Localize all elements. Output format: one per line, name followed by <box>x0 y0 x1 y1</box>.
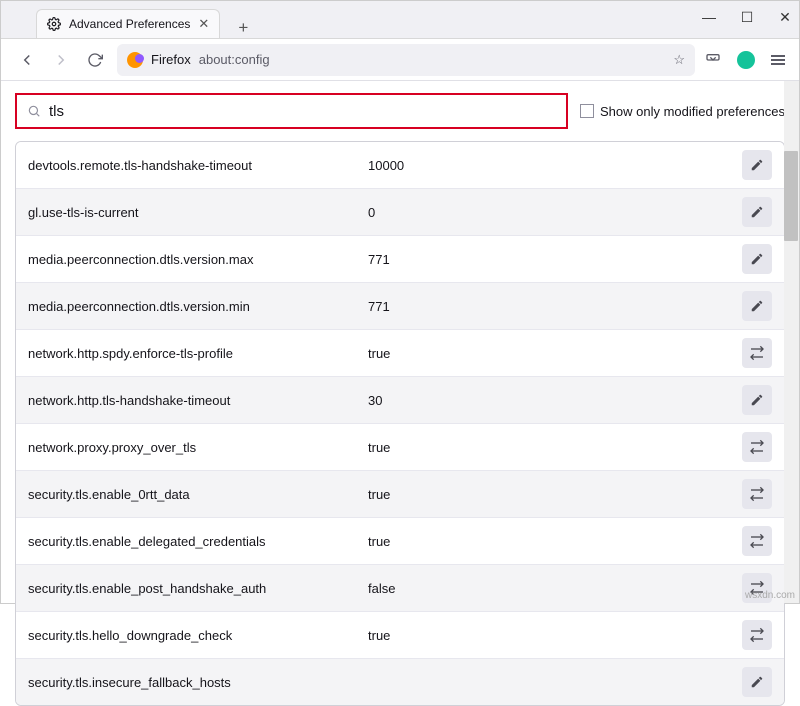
preference-value: false <box>368 581 742 596</box>
scrollbar[interactable] <box>784 81 799 603</box>
preference-name: network.http.tls-handshake-timeout <box>28 393 368 408</box>
preference-value: true <box>368 628 742 643</box>
toggle-button[interactable] <box>742 338 772 368</box>
maximize-icon[interactable]: ☐ <box>739 9 755 25</box>
preference-row: security.tls.enable_delegated_credential… <box>16 518 784 565</box>
pocket-icon[interactable] <box>705 52 721 68</box>
preference-search-box[interactable] <box>15 93 568 129</box>
preference-value: 10000 <box>368 158 742 173</box>
preference-name: security.tls.enable_delegated_credential… <box>28 534 368 549</box>
preference-value: 771 <box>368 252 742 267</box>
preference-name: media.peerconnection.dtls.version.min <box>28 299 368 314</box>
preferences-content: devtools.remote.tls-handshake-timeout100… <box>1 141 799 706</box>
preferences-list: devtools.remote.tls-handshake-timeout100… <box>15 141 785 706</box>
preference-row: security.tls.enable_post_handshake_authf… <box>16 565 784 612</box>
preference-row: network.proxy.proxy_over_tlstrue <box>16 424 784 471</box>
toolbar: Firefox about:config ☆ <box>1 39 799 81</box>
close-window-icon[interactable]: ✕ <box>777 9 793 25</box>
back-button[interactable] <box>15 48 39 72</box>
forward-button[interactable] <box>49 48 73 72</box>
edit-button[interactable] <box>742 244 772 274</box>
checkbox-icon <box>580 104 594 118</box>
preference-value: true <box>368 534 742 549</box>
preference-value: true <box>368 346 742 361</box>
toggle-button[interactable] <box>742 432 772 462</box>
search-input[interactable] <box>49 103 556 120</box>
show-modified-label: Show only modified preferences <box>600 104 785 119</box>
reload-button[interactable] <box>83 48 107 72</box>
preference-row: security.tls.enable_0rtt_datatrue <box>16 471 784 518</box>
preference-name: network.proxy.proxy_over_tls <box>28 440 368 455</box>
title-bar: Advanced Preferences ✕ + — ☐ ✕ <box>1 1 799 39</box>
search-icon <box>27 104 41 118</box>
url-path: about:config <box>199 52 270 67</box>
search-row: Show only modified preferences <box>1 81 799 141</box>
edit-button[interactable] <box>742 667 772 697</box>
address-bar[interactable]: Firefox about:config ☆ <box>117 44 695 76</box>
menu-icon[interactable] <box>771 53 785 67</box>
show-modified-checkbox[interactable]: Show only modified preferences <box>580 104 785 119</box>
preference-name: devtools.remote.tls-handshake-timeout <box>28 158 368 173</box>
browser-tab[interactable]: Advanced Preferences ✕ <box>36 9 220 38</box>
watermark: wsxdn.com <box>745 590 795 601</box>
preference-row: network.http.tls-handshake-timeout30 <box>16 377 784 424</box>
extension-icon[interactable] <box>737 51 755 69</box>
tab-title: Advanced Preferences <box>69 17 190 31</box>
preference-name: security.tls.enable_post_handshake_auth <box>28 581 368 596</box>
preference-value: 771 <box>368 299 742 314</box>
toggle-button[interactable] <box>742 620 772 650</box>
preference-name: gl.use-tls-is-current <box>28 205 368 220</box>
minimize-icon[interactable]: — <box>701 9 717 25</box>
close-tab-icon[interactable]: ✕ <box>198 16 209 32</box>
preference-row: security.tls.hello_downgrade_checktrue <box>16 612 784 659</box>
preference-value: true <box>368 487 742 502</box>
edit-button[interactable] <box>742 150 772 180</box>
window-controls: — ☐ ✕ <box>701 9 793 25</box>
preference-name: media.peerconnection.dtls.version.max <box>28 252 368 267</box>
preference-value: 30 <box>368 393 742 408</box>
gear-icon <box>47 17 61 31</box>
toolbar-icons <box>705 51 785 69</box>
edit-button[interactable] <box>742 385 772 415</box>
preference-row: media.peerconnection.dtls.version.max771 <box>16 236 784 283</box>
bookmark-star-icon[interactable]: ☆ <box>673 52 685 68</box>
preference-row: network.http.spdy.enforce-tls-profiletru… <box>16 330 784 377</box>
preference-row: security.tls.insecure_fallback_hosts <box>16 659 784 705</box>
firefox-icon <box>127 52 143 68</box>
toggle-button[interactable] <box>742 526 772 556</box>
preference-name: security.tls.insecure_fallback_hosts <box>28 675 368 690</box>
preference-name: network.http.spdy.enforce-tls-profile <box>28 346 368 361</box>
preference-name: security.tls.enable_0rtt_data <box>28 487 368 502</box>
toggle-button[interactable] <box>742 479 772 509</box>
identity-label: Firefox <box>151 52 191 67</box>
preference-name: security.tls.hello_downgrade_check <box>28 628 368 643</box>
scroll-thumb[interactable] <box>784 151 798 241</box>
edit-button[interactable] <box>742 197 772 227</box>
preference-value: true <box>368 440 742 455</box>
edit-button[interactable] <box>742 291 772 321</box>
preference-row: devtools.remote.tls-handshake-timeout100… <box>16 142 784 189</box>
preference-value: 0 <box>368 205 742 220</box>
new-tab-button[interactable]: + <box>230 18 256 38</box>
preference-row: media.peerconnection.dtls.version.min771 <box>16 283 784 330</box>
preference-row: gl.use-tls-is-current0 <box>16 189 784 236</box>
